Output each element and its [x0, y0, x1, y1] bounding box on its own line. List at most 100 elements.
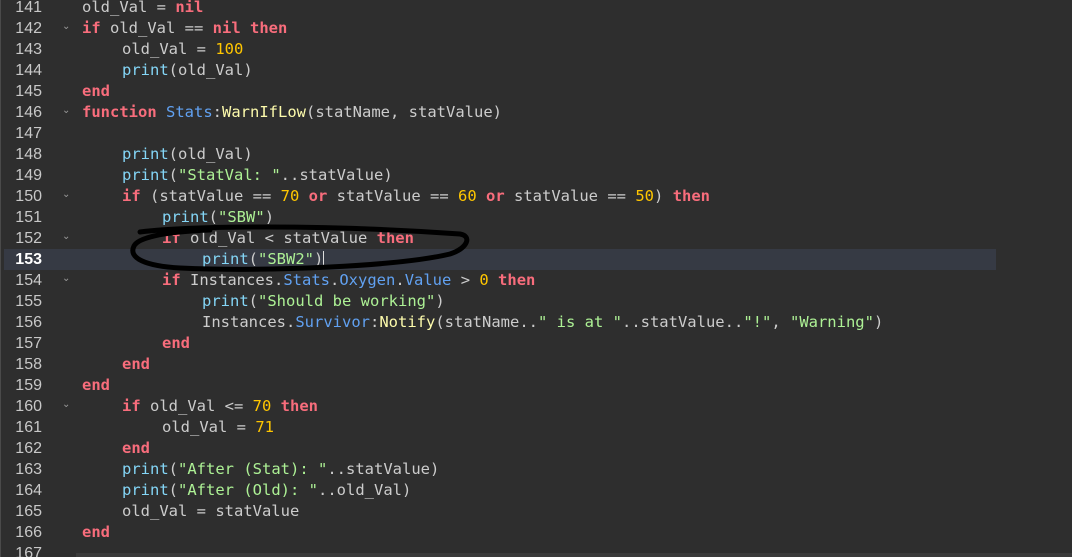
- code-token: ): [314, 250, 324, 268]
- code-token: print: [202, 250, 249, 268]
- fold-chevron-icon[interactable]: ⌄: [62, 394, 72, 415]
- code-line[interactable]: print(old_Val): [122, 60, 253, 81]
- code-token: if: [82, 19, 101, 37]
- code-token: :: [212, 103, 223, 121]
- code-token: nil: [212, 19, 241, 37]
- line-number: 162: [15, 440, 42, 457]
- code-token: 100: [215, 40, 244, 58]
- code-line[interactable]: print("After (Old): "..old_Val): [122, 480, 411, 501]
- code-line[interactable]: print("SBW"): [162, 207, 274, 228]
- code-token: print: [122, 166, 169, 184]
- code-line[interactable]: print("Should be working"): [202, 291, 445, 312]
- code-token: then: [376, 229, 414, 247]
- code-token: 50: [635, 187, 655, 205]
- code-token: ..old_Val): [318, 481, 412, 499]
- code-token: "After (Old): ": [178, 481, 318, 499]
- code-token: ): [654, 187, 673, 205]
- code-token: .: [330, 271, 340, 289]
- code-token: (: [168, 460, 179, 478]
- line-number: 152: [15, 230, 42, 247]
- line-number: 153: [15, 251, 42, 268]
- code-token: old_Val = statValue: [122, 502, 300, 520]
- code-token: print: [202, 292, 249, 310]
- code-token: (statName, statValue): [306, 103, 502, 121]
- code-token: or: [486, 187, 505, 205]
- fold-chevron-icon[interactable]: ⌄: [62, 226, 72, 247]
- line-number: 147: [15, 125, 42, 142]
- line-number: 146: [15, 104, 42, 121]
- code-token: ..statValue..: [621, 313, 744, 331]
- code-token: old_Val ==: [100, 19, 213, 37]
- code-line[interactable]: function Stats:WarnIfLow(statName, statV…: [82, 102, 502, 123]
- code-token: Notify: [379, 313, 436, 331]
- code-token: "SBW": [218, 208, 265, 226]
- code-token: ): [435, 292, 445, 310]
- code-token: 60: [458, 187, 477, 205]
- code-line[interactable]: old_Val = statValue: [122, 501, 299, 522]
- code-token: print: [122, 481, 169, 499]
- code-line[interactable]: print("SBW2"): [202, 249, 325, 270]
- fold-chevron-icon[interactable]: ⌄: [62, 184, 72, 205]
- line-number: 148: [15, 146, 42, 163]
- code-token: (statName..: [435, 313, 538, 331]
- code-token: or: [308, 187, 328, 205]
- code-token: print: [122, 61, 169, 79]
- code-token: Stats: [166, 103, 213, 121]
- code-line[interactable]: if (statValue == 70 or statValue == 60 o…: [122, 186, 710, 207]
- code-token: "Should be working": [258, 292, 436, 310]
- code-token: "SBW2": [258, 250, 315, 268]
- code-token: (: [168, 166, 179, 184]
- code-line[interactable]: end: [122, 438, 150, 459]
- code-token: 70: [252, 397, 272, 415]
- code-token: if: [122, 397, 141, 415]
- code-line[interactable]: if Instances.Stats.Oxygen.Value > 0 then: [162, 270, 535, 291]
- code-line[interactable]: print("StatVal: "..statValue): [122, 165, 393, 186]
- code-token: function: [82, 103, 157, 121]
- code-token: statValue ==: [504, 187, 636, 205]
- line-number: 159: [15, 377, 42, 394]
- code-token: if: [122, 187, 141, 205]
- code-token: then: [280, 397, 318, 415]
- code-line[interactable]: if old_Val < statValue then: [162, 228, 414, 249]
- code-token: end: [82, 82, 110, 100]
- text-caret: [323, 251, 325, 268]
- fold-chevron-icon[interactable]: ⌄: [62, 268, 72, 289]
- code-line[interactable]: end: [82, 81, 110, 102]
- line-number: 149: [15, 167, 42, 184]
- fold-chevron-icon[interactable]: ⌄: [62, 100, 72, 121]
- code-line[interactable]: old_Val = 71: [162, 417, 274, 438]
- code-line[interactable]: end: [162, 333, 190, 354]
- code-token: " is at ": [537, 313, 622, 331]
- line-number: 161: [15, 419, 42, 436]
- fold-chevron-icon[interactable]: ⌄: [62, 16, 72, 37]
- code-line[interactable]: Instances.Survivor:Notify(statName.." is…: [202, 312, 883, 333]
- horizontal-scrollbar[interactable]: [76, 553, 1072, 557]
- code-token: if: [162, 271, 181, 289]
- code-token: :: [369, 313, 380, 331]
- gutter-edge: [0, 0, 1, 557]
- code-line[interactable]: print(old_Val): [122, 144, 253, 165]
- code-token: if: [162, 229, 181, 247]
- code-line[interactable]: old_Val = nil: [82, 0, 203, 18]
- code-line[interactable]: end: [82, 375, 110, 396]
- code-token: (: [168, 481, 179, 499]
- code-line[interactable]: if old_Val <= 70 then: [122, 396, 318, 417]
- line-number: 141: [15, 0, 42, 16]
- code-line[interactable]: if old_Val == nil then: [82, 18, 287, 39]
- code-line[interactable]: end: [122, 354, 150, 375]
- script-editor[interactable]: old_Val = nil if old_Val == nil then old_V…: [0, 0, 1072, 557]
- code-token: >: [451, 271, 480, 289]
- code-token: Instances.: [202, 313, 296, 331]
- code-line[interactable]: old_Val = 100: [122, 39, 243, 60]
- line-number: 145: [15, 83, 42, 100]
- code-token: WarnIfLow: [222, 103, 307, 121]
- code-line[interactable]: print("After (Stat): "..statValue): [122, 459, 439, 480]
- code-token: (: [248, 292, 259, 310]
- code-token: end: [122, 355, 150, 373]
- code-line[interactable]: end: [82, 522, 110, 543]
- code-area[interactable]: old_Val = nil if old_Val == nil then old_V…: [76, 0, 1072, 557]
- code-token: 0: [479, 271, 489, 289]
- line-number: 144: [15, 62, 42, 79]
